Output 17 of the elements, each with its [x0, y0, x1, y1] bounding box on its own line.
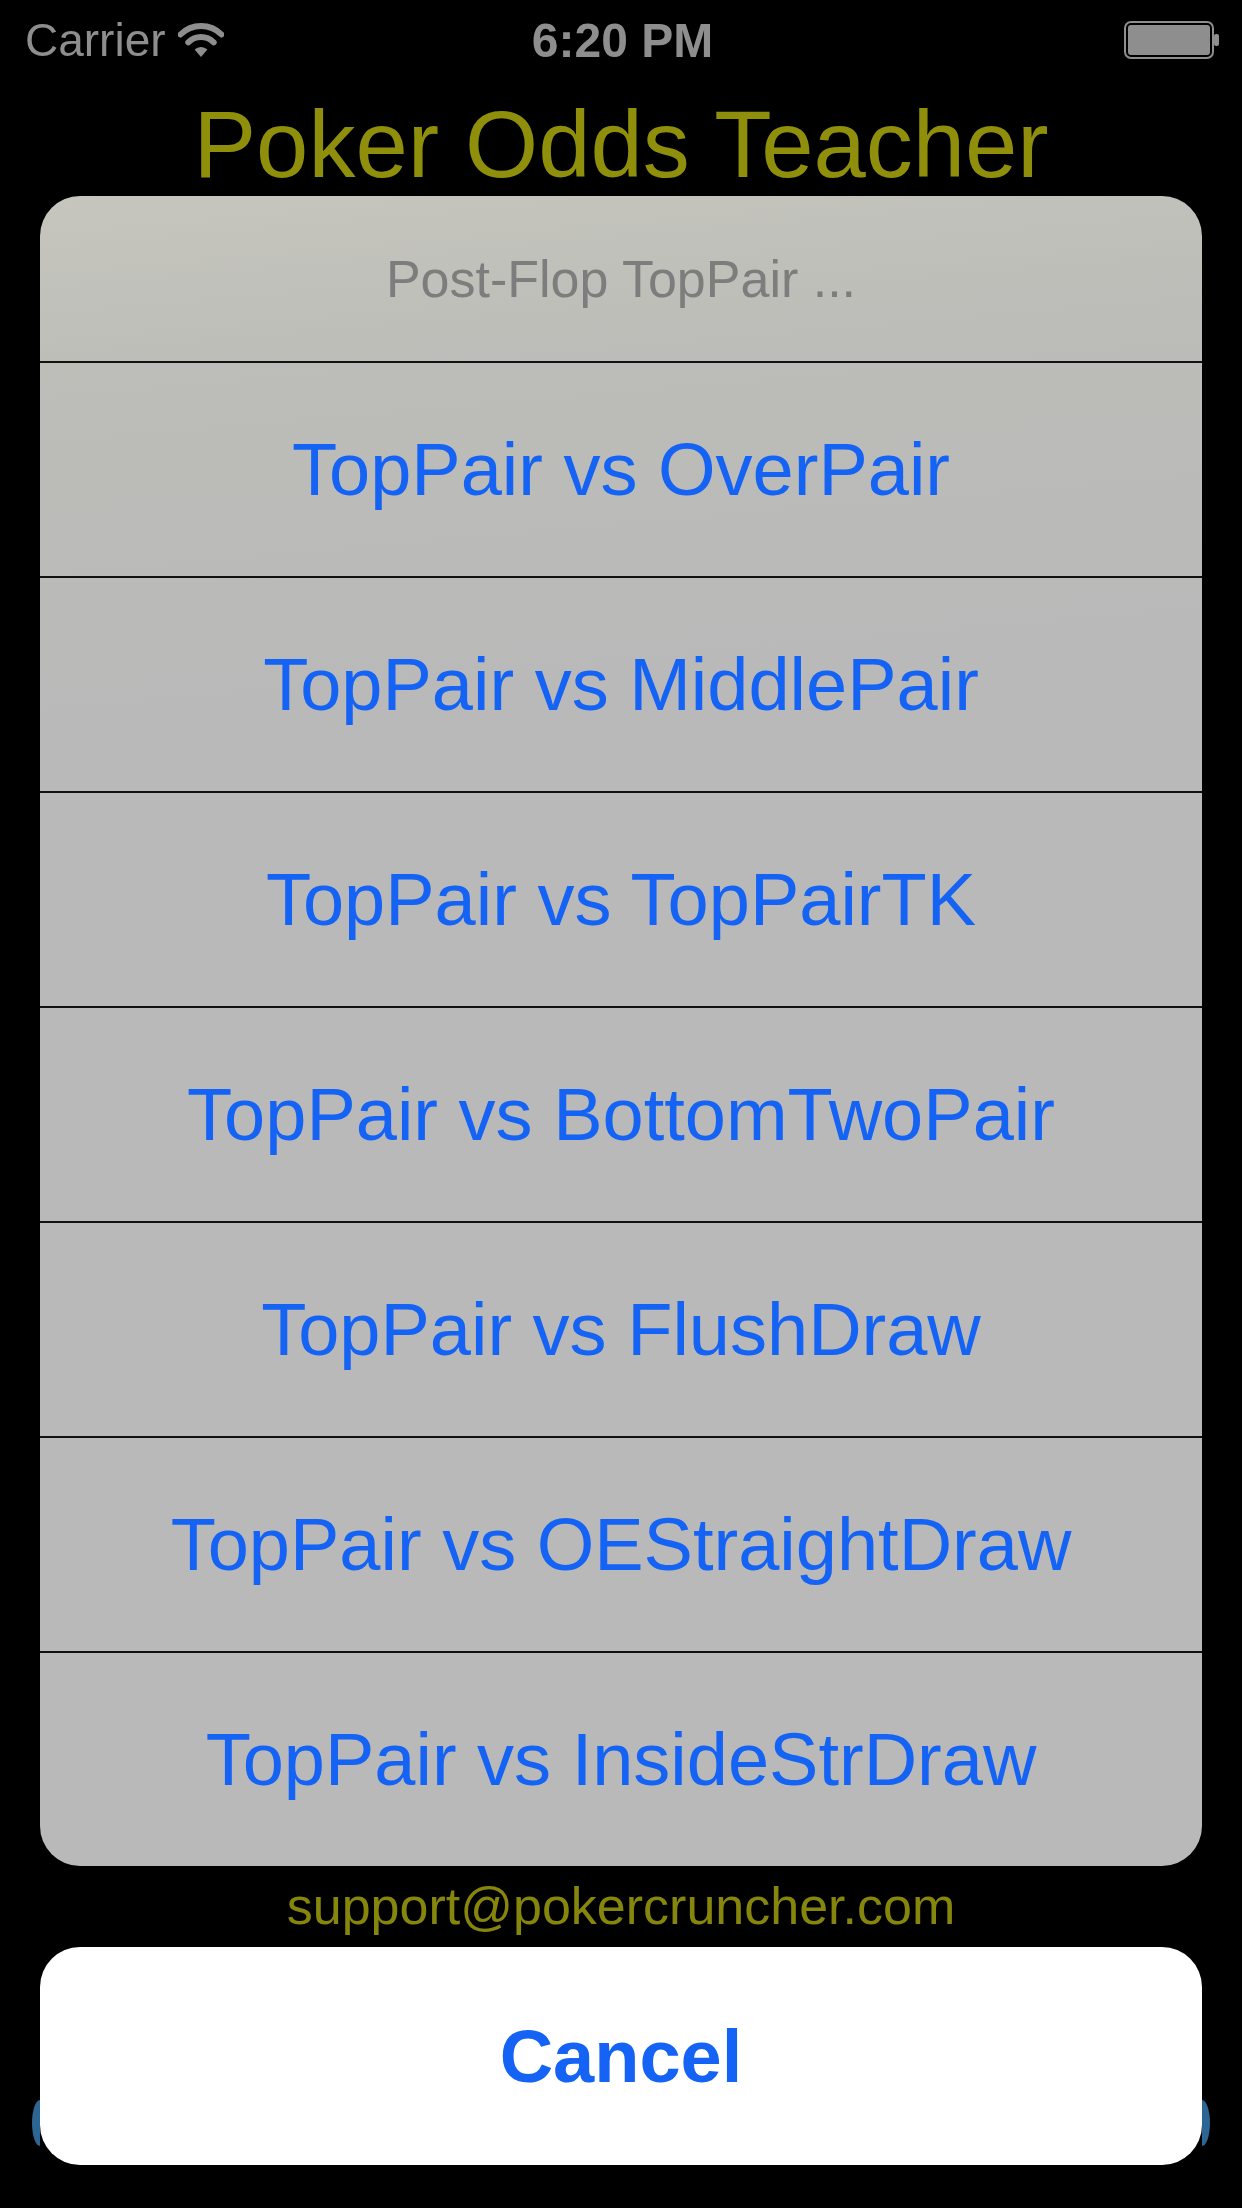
status-time: 6:20 PM: [531, 12, 714, 68]
support-email: support@pokercruncher.com: [286, 1876, 956, 1936]
action-button[interactable]: TopPair vs InsideStrDraw: [40, 1651, 1202, 1866]
battery-icon: [1124, 21, 1220, 59]
button-edge: [1202, 2100, 1210, 2146]
action-button[interactable]: TopPair vs TopPairTK: [40, 791, 1202, 1006]
app-title: Poker Odds Teacher: [193, 98, 1049, 192]
action-button[interactable]: TopPair vs OEStraightDraw: [40, 1436, 1202, 1651]
carrier-label: Carrier: [25, 13, 166, 67]
action-button[interactable]: TopPair vs BottomTwoPair: [40, 1006, 1202, 1221]
sheet-title: Post-Flop TopPair ...: [385, 248, 857, 309]
action-button[interactable]: TopPair vs MiddlePair: [40, 576, 1202, 791]
cancel-button[interactable]: Cancel: [40, 1947, 1202, 2165]
wifi-icon: [177, 21, 224, 59]
button-edge: [32, 2100, 40, 2146]
action-button[interactable]: TopPair vs OverPair: [40, 361, 1202, 576]
action-button[interactable]: TopPair vs FlushDraw: [40, 1221, 1202, 1436]
